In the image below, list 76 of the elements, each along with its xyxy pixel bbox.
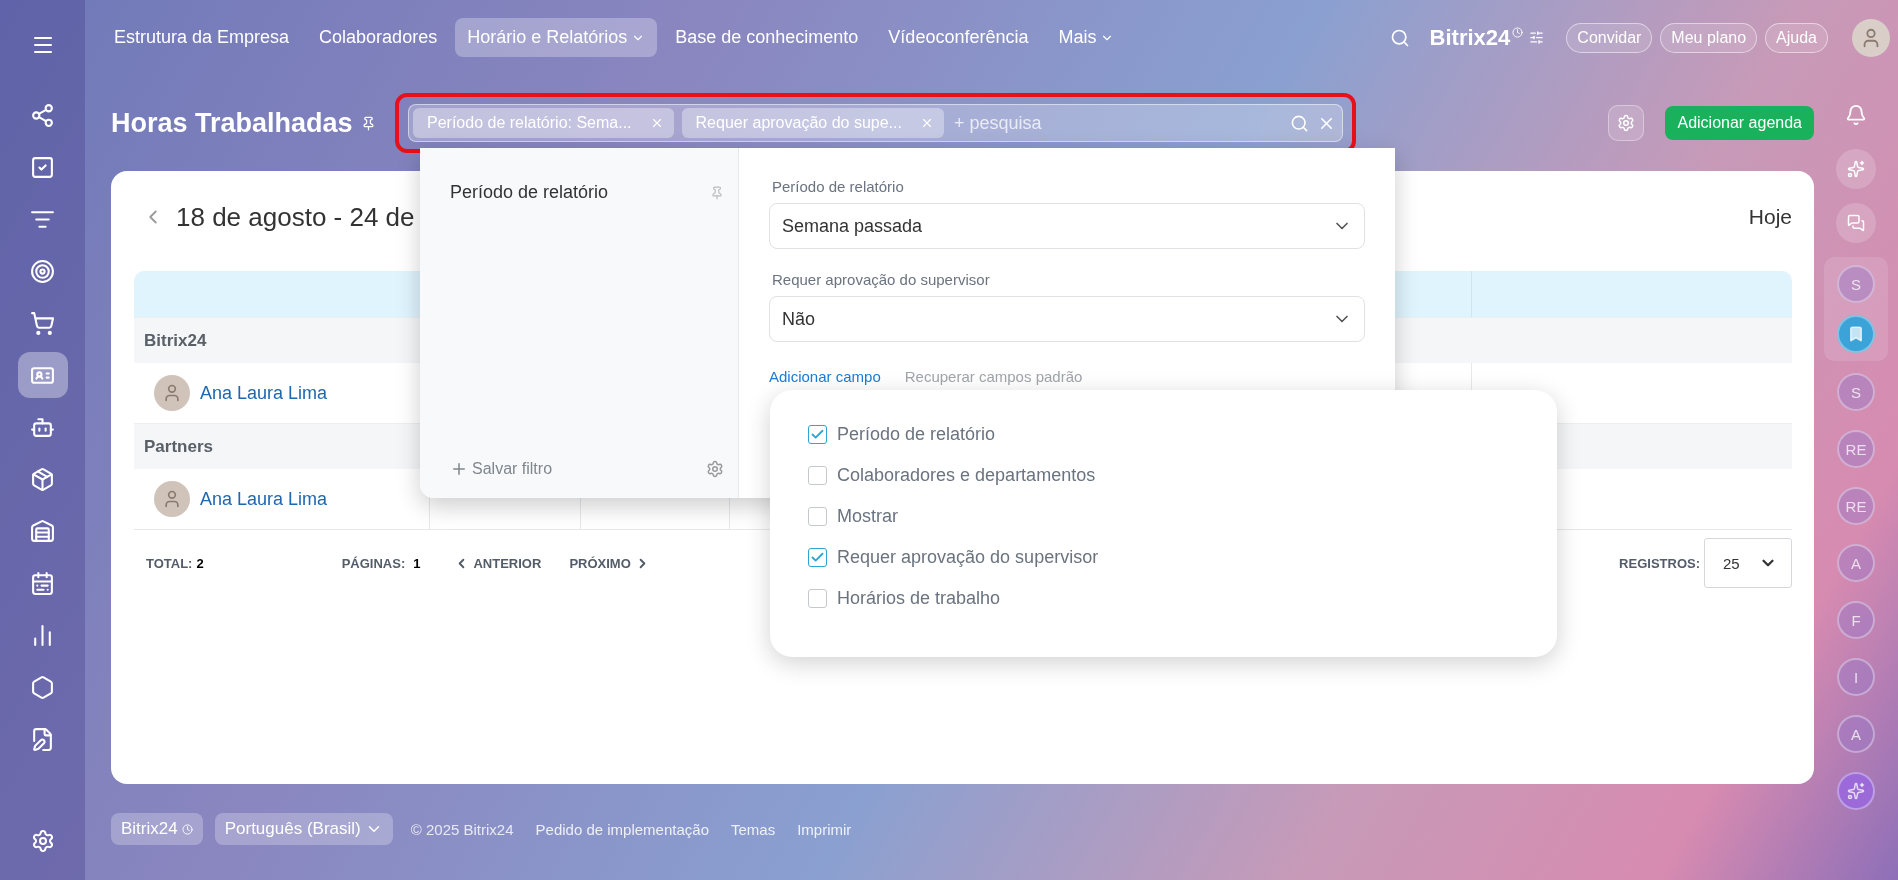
copyright-text: © 2025 Bitrix24 [410, 820, 514, 838]
id-card-icon[interactable] [17, 352, 68, 398]
pin-icon[interactable] [710, 185, 724, 200]
records-select[interactable]: 25 [1704, 538, 1792, 588]
footer-link[interactable]: Temas [731, 820, 776, 838]
avatar-placeholder [154, 375, 190, 411]
date-range: 18 de agosto - 24 de [176, 201, 415, 233]
filter-chip[interactable]: Requer aprovação do supe... [681, 108, 944, 138]
nav-button[interactable]: Meu plano [1660, 22, 1758, 53]
checkbox[interactable] [808, 424, 827, 444]
nav-tab[interactable]: Colaboradores [307, 18, 450, 57]
settings-icon [1617, 114, 1636, 132]
nav-tab[interactable]: Mais [1046, 18, 1127, 57]
chat-avatar[interactable]: F [1837, 601, 1875, 639]
copilot-icon[interactable] [1837, 772, 1875, 810]
chat-avatar[interactable]: I [1837, 658, 1875, 696]
filter-preset[interactable]: Período de relatório [450, 182, 609, 203]
avatar-placeholder[interactable] [1852, 18, 1890, 57]
nav-tab[interactable]: Estrutura da Empresa [102, 18, 302, 57]
field-option[interactable]: Período de relatório [808, 422, 1557, 446]
pages-label: PÁGINAS: [341, 555, 406, 571]
clock-icon [181, 823, 193, 835]
filter-chip[interactable]: Período de relatório: Sema... [413, 108, 674, 138]
field-option[interactable]: Requer aprovação do supervisor [808, 545, 1557, 569]
chat-avatar[interactable]: A [1837, 544, 1875, 582]
settings-icon[interactable] [706, 460, 724, 478]
field-label: Período de relatório [772, 178, 905, 195]
checkbox[interactable] [808, 588, 827, 608]
add-schedule-button[interactable]: Adicionar agenda [1665, 106, 1814, 140]
total-count: 2 [196, 555, 204, 571]
filter-search-field[interactable]: Período de relatório: Sema... Requer aprovação do supe... + pesquisa [408, 104, 1343, 142]
add-field-link[interactable]: Adicionar campo [769, 368, 881, 385]
next-link[interactable]: PRÓXIMO [569, 555, 650, 571]
pin-icon[interactable] [360, 115, 376, 131]
bookmark-icon[interactable] [1837, 315, 1875, 353]
records-label: REGISTROS: [1619, 555, 1700, 571]
employee-link[interactable]: Ana Laura Lima [200, 488, 328, 510]
chat-avatar[interactable]: A [1837, 715, 1875, 753]
nav-tab[interactable]: Horário e Relatórios [455, 18, 658, 57]
chat-avatar[interactable]: S [1837, 265, 1875, 303]
footer-link[interactable]: Pedido de implementação [535, 820, 709, 838]
chat-icon[interactable] [1836, 203, 1876, 243]
search-icon[interactable] [1389, 27, 1410, 48]
nav-button[interactable]: Ajuda [1765, 22, 1828, 53]
sparkle-icon[interactable] [1836, 149, 1876, 189]
field-option[interactable]: Horários de trabalho [808, 586, 1557, 610]
avatar-placeholder [154, 481, 190, 517]
page-title: Horas Trabalhadas [111, 107, 353, 139]
restore-fields-link[interactable]: Recuperar campos padrão [904, 368, 1083, 385]
language-select[interactable]: Português (Brasil) [214, 813, 393, 845]
plus-icon [450, 460, 468, 478]
field-select[interactable]: Não [769, 296, 1365, 342]
checkbox[interactable] [808, 506, 827, 526]
previous-link[interactable]: ANTERIOR [454, 555, 542, 571]
search-icon[interactable] [1290, 113, 1309, 133]
page-number: 1 [413, 555, 421, 571]
nav-tab[interactable]: Vídeoconferência [876, 18, 1041, 57]
brand-logo: Bitrix24 [1429, 24, 1511, 51]
chat-avatar[interactable]: RE [1837, 430, 1875, 468]
nav-button[interactable]: Convidar [1566, 22, 1653, 53]
brand-button[interactable]: Bitrix24 [111, 813, 203, 845]
nav-tab[interactable]: Base de conhecimento [663, 18, 871, 57]
chat-avatar[interactable]: S [1837, 373, 1875, 411]
chat-avatar[interactable]: RE [1837, 487, 1875, 525]
today-button[interactable]: Hoje [1742, 204, 1792, 230]
checkbox[interactable] [808, 465, 827, 485]
footer-link[interactable]: Imprimir [797, 820, 852, 838]
field-option[interactable]: Mostrar [808, 504, 1557, 528]
settings-button[interactable] [1608, 105, 1645, 141]
total-label: TOTAL: [146, 555, 193, 571]
field-label: Requer aprovação do supervisor [772, 271, 991, 288]
sliders-icon[interactable] [1529, 30, 1545, 45]
field-select[interactable]: Semana passada [769, 203, 1365, 249]
employee-link[interactable]: Ana Laura Lima [200, 382, 328, 404]
checkbox[interactable] [808, 547, 827, 567]
clock-icon [1512, 27, 1524, 38]
